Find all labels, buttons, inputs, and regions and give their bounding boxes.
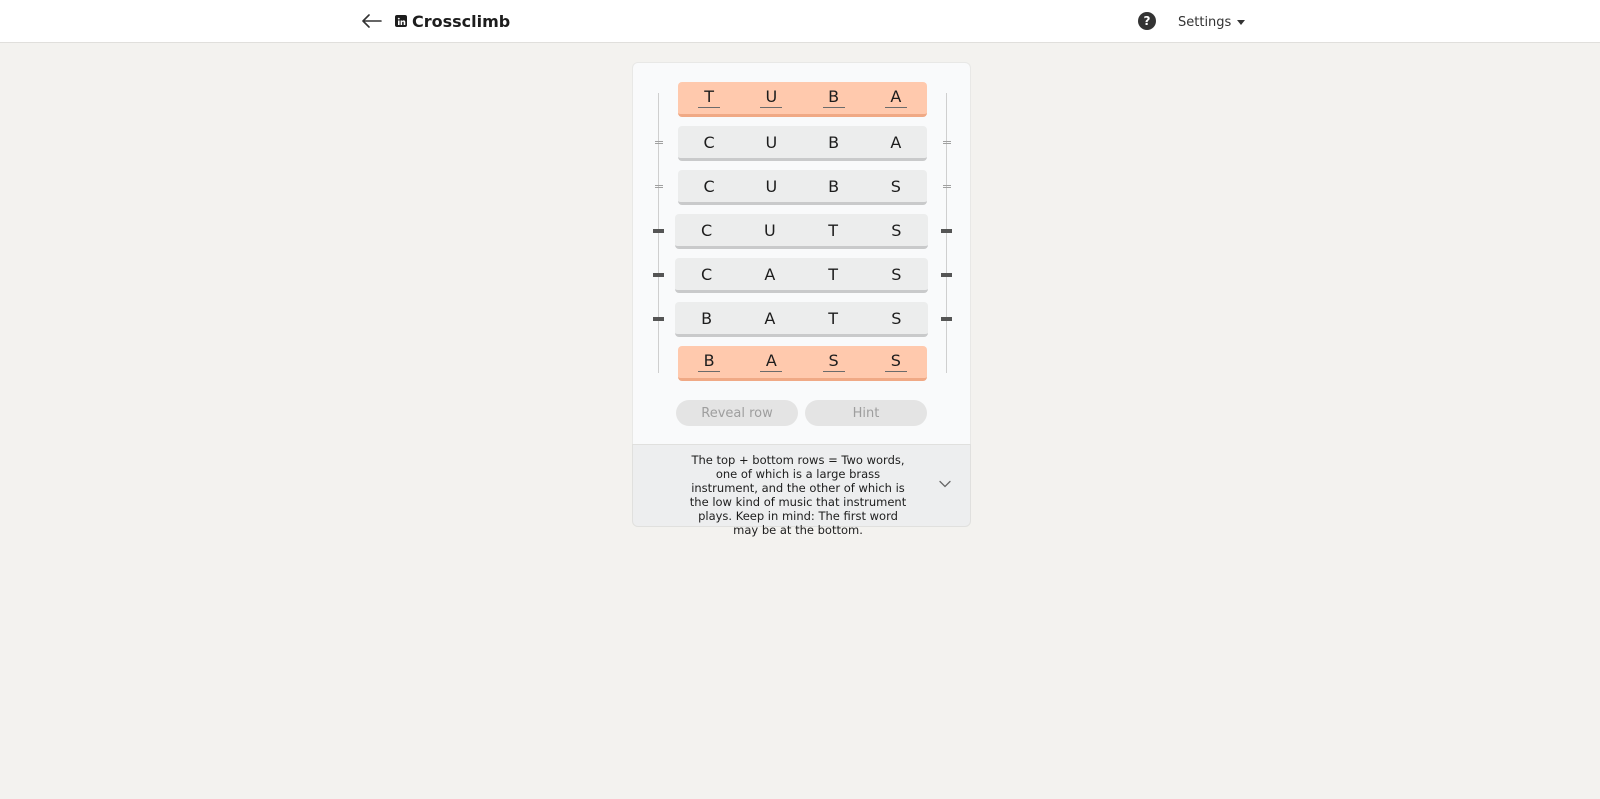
word-row[interactable]: CUTS (675, 214, 928, 249)
letter-cell: U (764, 220, 776, 240)
letter-cell: T (698, 88, 721, 108)
settings-dropdown[interactable]: Settings (1178, 13, 1246, 31)
word-row[interactable]: BATS (675, 302, 928, 337)
drag-handle-left-icon[interactable] (653, 229, 664, 233)
drag-handle-left-icon[interactable] (655, 185, 663, 188)
left-rail (658, 93, 659, 373)
letter-cell: U (765, 132, 778, 152)
letter-cell: C (701, 220, 713, 240)
brand: Crossclimb (395, 10, 510, 32)
drag-handle-right-icon[interactable] (943, 185, 951, 188)
letter-cell: C (703, 176, 715, 196)
game-board: T U B A C U B A C U B S C U T S C A T S B A T S B A S S (632, 62, 971, 444)
letter-cell: A (760, 352, 783, 372)
letter-cell: C (701, 264, 713, 284)
reveal-row-button[interactable]: Reveal row (676, 400, 798, 426)
drag-handle-right-icon[interactable] (941, 229, 952, 233)
letter-cell: S (891, 220, 902, 240)
expand-clue-button[interactable] (938, 477, 952, 491)
page-title: Crossclimb (412, 11, 511, 31)
letter-cell: S (822, 352, 845, 372)
letter-cell: B (828, 132, 840, 152)
chevron-down-icon (939, 480, 951, 488)
letter-cell: B (698, 352, 721, 372)
letter-cell: T (828, 264, 839, 284)
drag-handle-right-icon[interactable] (941, 273, 952, 277)
letter-cell: B (828, 176, 840, 196)
drag-handle-left-icon[interactable] (655, 141, 663, 144)
question-circle-icon: ? (1143, 14, 1151, 28)
word-row[interactable]: CUBA (678, 126, 927, 161)
locked-word-row[interactable]: BASS (678, 346, 927, 381)
letter-cell: S (891, 264, 902, 284)
linkedin-icon (395, 15, 407, 27)
help-button[interactable]: ? (1138, 12, 1156, 30)
drag-handle-left-icon[interactable] (653, 317, 664, 321)
hint-button[interactable]: Hint (805, 400, 927, 426)
letter-cell: B (822, 88, 845, 108)
letter-cell: C (703, 132, 715, 152)
back-button[interactable] (360, 10, 384, 32)
letter-cell: B (701, 308, 713, 328)
letter-cell: A (764, 264, 776, 284)
letter-cell: A (764, 308, 776, 328)
letter-cell: S (884, 352, 907, 372)
word-row[interactable]: CATS (675, 258, 928, 293)
drag-handle-left-icon[interactable] (653, 273, 664, 277)
letter-cell: S (891, 308, 902, 328)
letter-cell: T (828, 220, 839, 240)
settings-label: Settings (1178, 14, 1232, 30)
top-bar: Crossclimb ? Settings (0, 0, 1600, 43)
letter-cell: A (884, 88, 907, 108)
caret-down-icon (1237, 19, 1246, 25)
letter-cell: U (765, 176, 778, 196)
letter-cell: S (890, 176, 901, 196)
clue-text: The top + bottom rows = Two words, one o… (689, 453, 907, 537)
drag-handle-right-icon[interactable] (941, 317, 952, 321)
clue-panel: The top + bottom rows = Two words, one o… (632, 444, 971, 537)
letter-cell: A (890, 132, 902, 152)
drag-handle-right-icon[interactable] (943, 141, 951, 144)
letter-cell: U (760, 88, 783, 108)
letter-cell: T (828, 308, 839, 328)
right-rail (946, 93, 947, 373)
arrow-left-icon (362, 14, 382, 28)
word-row[interactable]: CUBS (678, 170, 927, 205)
locked-word-row[interactable]: TUBA (678, 82, 927, 117)
